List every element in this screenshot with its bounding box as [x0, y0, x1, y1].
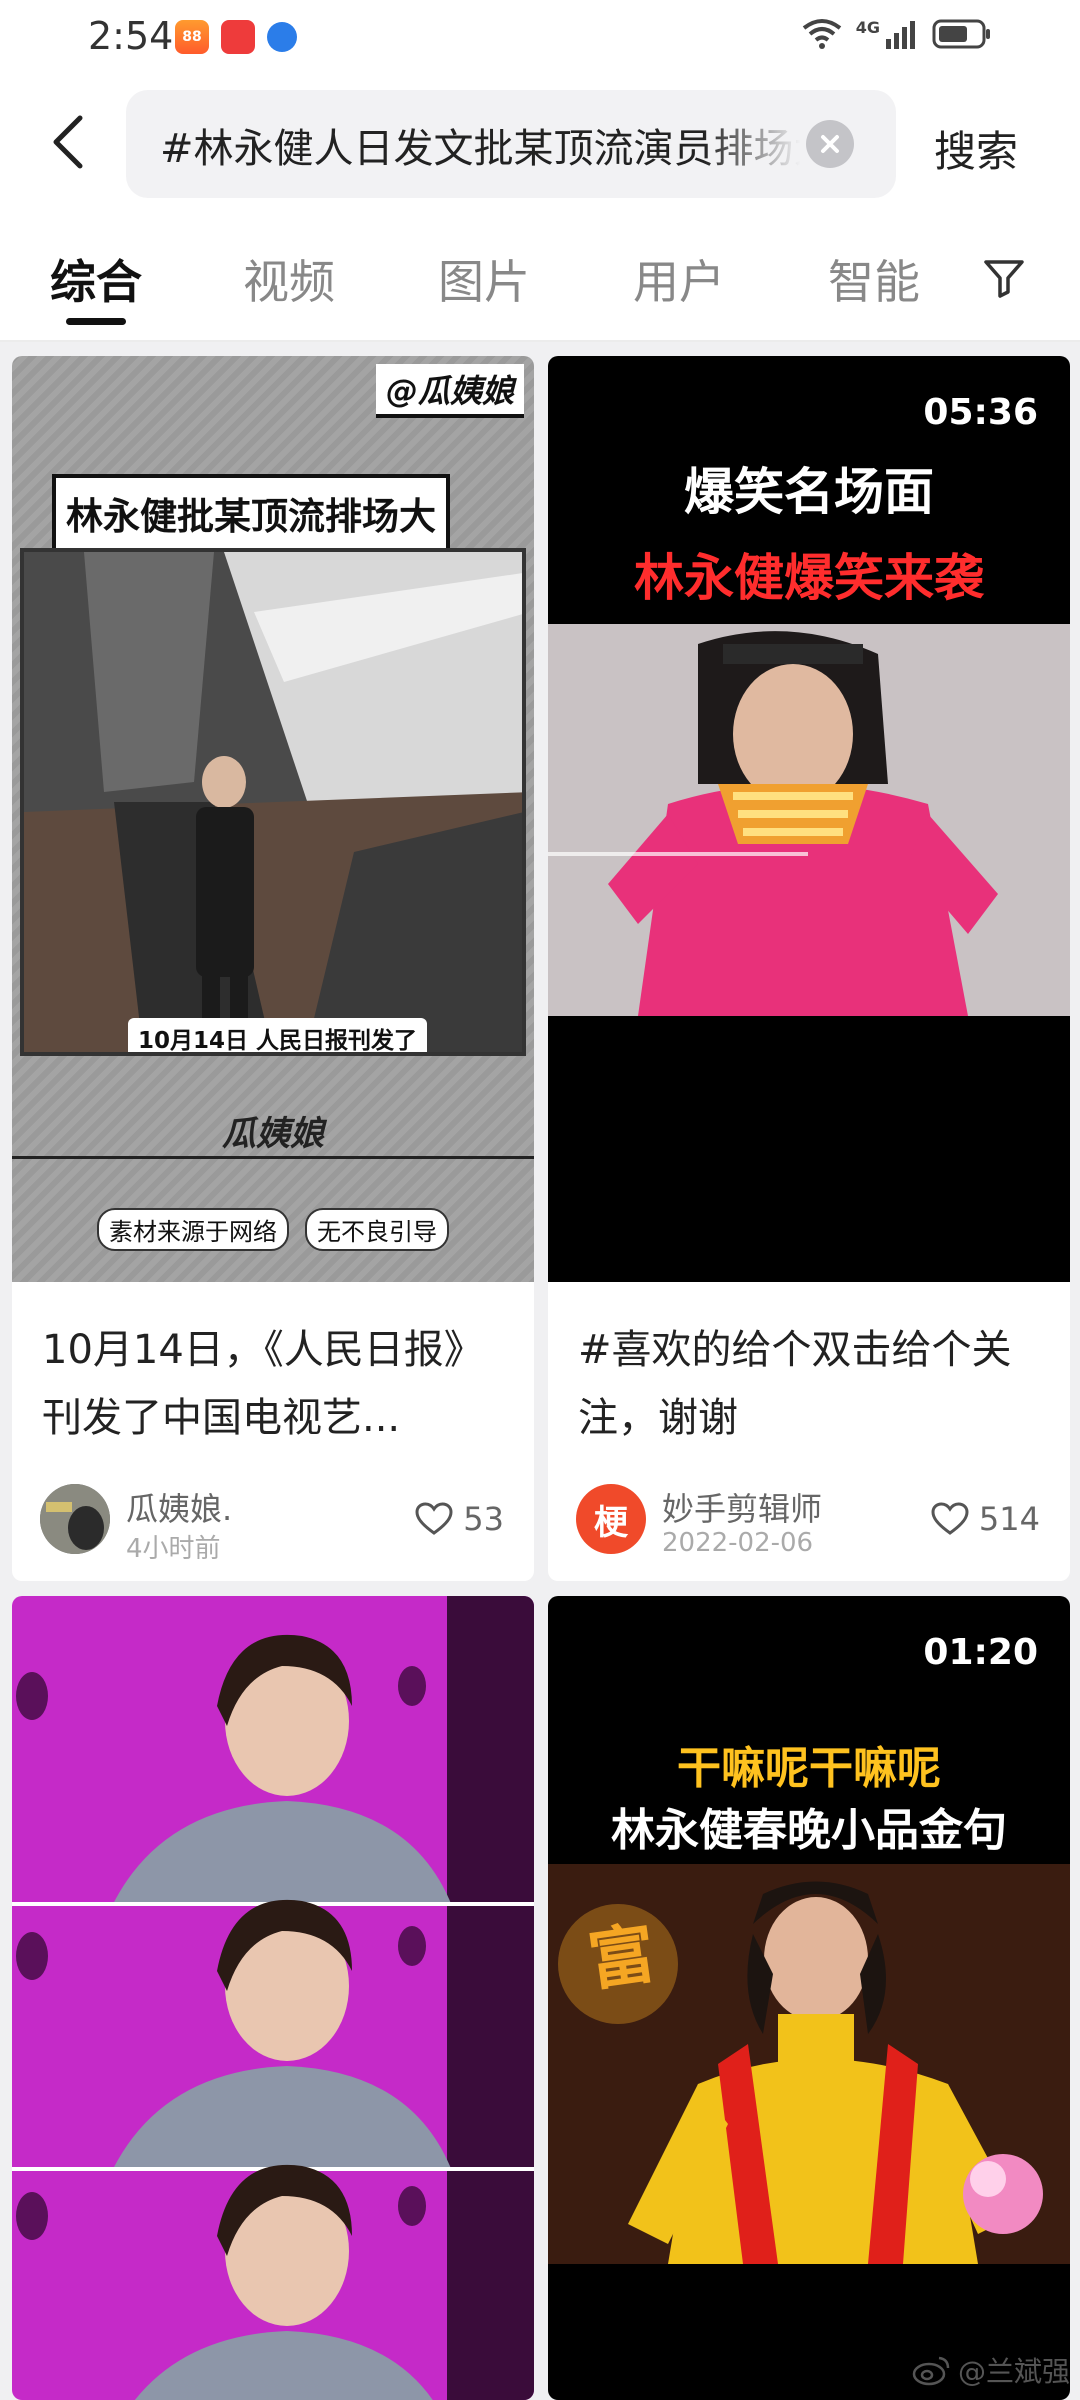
thumb-line1: 爆笑名场面 — [684, 463, 934, 521]
chevron-left-icon — [53, 115, 83, 169]
status-time: 2:54 — [88, 14, 174, 58]
card-title[interactable]: #喜欢的给个双击给个关注，谢谢 — [578, 1316, 1038, 1452]
watermark: @兰斌强 — [912, 2350, 1070, 2390]
card-thumbnail[interactable]: @瓜姨娘 林永健批某顶流排场大 10月14日 人民日报刊发了 瓜姨娘 素材来源于… — [12, 356, 534, 1282]
thumb-photo — [548, 624, 1070, 1016]
avatar[interactable] — [40, 1484, 110, 1554]
thumb-tag: 无不良引导 — [305, 1208, 449, 1251]
card-thumbnail[interactable]: 01:20 干嘛呢干嘛呢 林永健春晚小品金句 富 — [548, 1596, 1070, 2400]
heart-icon — [415, 1502, 453, 1535]
thumb-photo: 富 — [548, 1864, 1070, 2264]
post-time: 2022-02-06 — [662, 1528, 814, 1558]
like-count: 514 — [978, 1500, 1040, 1538]
thumb-photo: 10月14日 人民日报刊发了 — [20, 548, 526, 1056]
result-card[interactable]: 05:36 爆笑名场面 林永健爆笑来袭 #喜欢的给个双击给个关注，谢谢 梗 妙手… — [548, 356, 1070, 1581]
heart-icon — [931, 1502, 969, 1535]
thumb-line2: 林永健爆笑来袭 — [634, 549, 984, 607]
tab-users[interactable]: 用户 — [633, 246, 725, 312]
avatar-image — [40, 1484, 110, 1554]
result-card[interactable]: 01:20 干嘛呢干嘛呢 林永健春晚小品金句 富 — [548, 1596, 1070, 2400]
search-box[interactable]: #林永健人日发文批某顶流演员排场大 — [126, 90, 896, 198]
result-card[interactable] — [12, 1596, 534, 2400]
like-button[interactable]: 514 — [931, 1500, 1040, 1538]
back-button[interactable] — [40, 114, 96, 170]
thumb-brand: 瓜姨娘 — [222, 1114, 324, 1154]
avatar-char: 梗 — [594, 1502, 628, 1543]
thumb-handle: @瓜姨娘 — [375, 364, 524, 418]
thumb-divider — [12, 1156, 534, 1159]
card-thumbnail[interactable]: 05:36 爆笑名场面 林永健爆笑来袭 — [548, 356, 1070, 1282]
author-name[interactable]: 瓜姨娘. — [126, 1484, 232, 1530]
clear-search-button[interactable] — [806, 120, 854, 168]
notification-icons: 88 — [175, 20, 297, 54]
thumb-tag: 素材来源于网络 — [97, 1208, 289, 1251]
signal-icon — [886, 21, 915, 49]
thumb-sign: 富 — [583, 1914, 660, 2001]
thumb-tags: 素材来源于网络 无不良引导 — [12, 1208, 534, 1251]
weibo-logo-icon — [912, 2356, 950, 2386]
filter-icon[interactable] — [982, 256, 1026, 300]
close-icon — [821, 135, 839, 153]
globe-app-icon — [267, 22, 297, 52]
tab-smart[interactable]: 智能 — [828, 246, 920, 312]
tab-images[interactable]: 图片 — [438, 246, 530, 312]
tab-videos[interactable]: 视频 — [243, 246, 335, 312]
status-indicators: 4G — [802, 18, 992, 50]
thumb-caption: 10月14日 人民日报刊发了 — [128, 1018, 428, 1052]
watermark-text: @兰斌强 — [957, 2355, 1070, 2388]
battery-icon — [932, 19, 990, 49]
result-card[interactable]: @瓜姨娘 林永健批某顶流排场大 10月14日 人民日报刊发了 瓜姨娘 素材来源于… — [12, 356, 534, 1581]
thumb-headline: 林永健批某顶流排场大 — [52, 474, 450, 552]
network-type-label: 4G — [855, 17, 880, 37]
tab-comprehensive[interactable]: 综合 — [50, 246, 142, 312]
status-bar: 2:54 88 4G — [0, 0, 1080, 80]
red-app-icon — [221, 20, 255, 54]
search-header: #林永健人日发文批某顶流演员排场大 搜索 — [0, 80, 1080, 210]
thumb-line2: 林永健春晚小品金句 — [611, 1805, 1007, 1856]
like-count: 53 — [463, 1500, 504, 1538]
search-input[interactable]: #林永健人日发文批某顶流演员排场大 — [160, 116, 800, 172]
post-time: 4小时前 — [126, 1534, 221, 1564]
author-name[interactable]: 妙手剪辑师 — [662, 1484, 822, 1530]
shopping-app-icon: 88 — [175, 20, 209, 54]
card-title[interactable]: 10月14日，《人民日报》刊发了中国电视艺... — [42, 1316, 502, 1452]
avatar[interactable]: 梗 — [576, 1484, 646, 1554]
active-tab-indicator — [66, 318, 126, 325]
video-duration: 05:36 — [923, 392, 1038, 433]
thumb-photo — [12, 1596, 534, 2400]
wifi-icon — [802, 19, 841, 49]
card-thumbnail[interactable] — [12, 1596, 534, 2400]
search-button[interactable]: 搜索 — [934, 118, 1018, 179]
video-duration: 01:20 — [923, 1632, 1038, 1673]
thumb-line1: 干嘛呢干嘛呢 — [677, 1743, 941, 1794]
result-tabs: 综合 视频 图片 用户 智能 — [0, 210, 1080, 342]
like-button[interactable]: 53 — [415, 1500, 504, 1538]
